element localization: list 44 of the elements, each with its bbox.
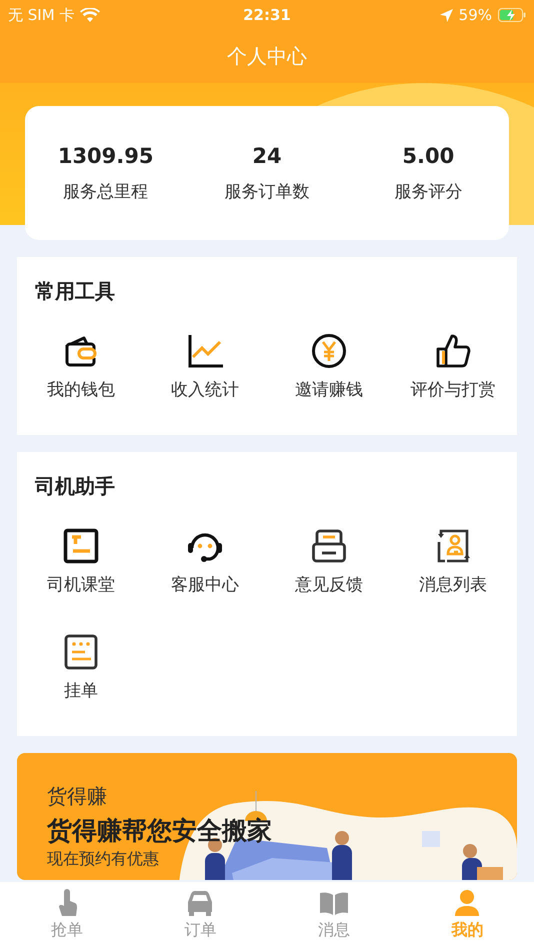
tool-item[interactable]: 邀请赚钱 <box>267 333 391 401</box>
classroom-board-icon <box>63 528 99 564</box>
tool-label: 客服中心 <box>171 574 239 596</box>
stat-value: 1309.95 <box>58 144 154 168</box>
tool-item[interactable]: 挂单 <box>19 634 143 702</box>
line-chart-icon <box>187 333 223 369</box>
banner-subtitle: 现在预约有优惠 <box>47 849 160 870</box>
banner-headline: 货得赚帮您安全搬家 <box>47 815 273 847</box>
tool-item[interactable]: 意见反馈 <box>267 528 391 596</box>
battery-percent: 59% <box>458 6 492 24</box>
tool-label: 邀请赚钱 <box>295 379 363 401</box>
tool-label: 司机课堂 <box>47 574 115 596</box>
tool-item[interactable]: 消息列表 <box>391 528 515 596</box>
battery-icon <box>498 8 526 22</box>
tool-item[interactable]: 收入统计 <box>143 333 267 401</box>
list-sheet-icon <box>63 634 99 670</box>
contact-list-icon <box>435 528 471 564</box>
carrier-text: 无 SIM 卡 <box>8 6 74 24</box>
section-title: 常用工具 <box>34 278 116 305</box>
yen-coin-icon <box>311 333 347 369</box>
wifi-icon <box>80 8 100 22</box>
stat-value: 5.00 <box>402 144 454 168</box>
tool-label: 评价与打赏 <box>410 379 496 401</box>
stat-value: 24 <box>252 144 282 168</box>
tool-label: 我的钱包 <box>47 379 115 401</box>
tool-label: 意见反馈 <box>295 574 363 596</box>
promo-banner[interactable]: 货得赚 货得赚帮您安全搬家 现在预约有优惠 <box>17 753 517 880</box>
stat-label: 服务总里程 <box>63 180 148 202</box>
page-title: 个人中心 <box>227 43 307 70</box>
tool-item[interactable]: 评价与打赏 <box>391 333 515 401</box>
tool-label: 收入统计 <box>171 379 239 401</box>
stat-label: 服务评分 <box>394 180 462 202</box>
tool-item[interactable]: 司机课堂 <box>19 528 143 596</box>
clock-text: 22:31 <box>243 6 291 24</box>
tool-label: 挂单 <box>64 680 98 702</box>
stat-label: 服务订单数 <box>224 180 310 202</box>
tool-item[interactable]: 客服中心 <box>143 528 267 596</box>
section-title: 司机助手 <box>34 473 116 500</box>
banner-kicker: 货得赚 <box>47 783 108 810</box>
thumbs-up-icon <box>435 333 471 369</box>
location-arrow-icon <box>440 8 453 22</box>
tool-label: 消息列表 <box>419 574 487 596</box>
tool-item[interactable]: 我的钱包 <box>19 333 143 401</box>
feedback-tray-icon <box>311 528 347 564</box>
